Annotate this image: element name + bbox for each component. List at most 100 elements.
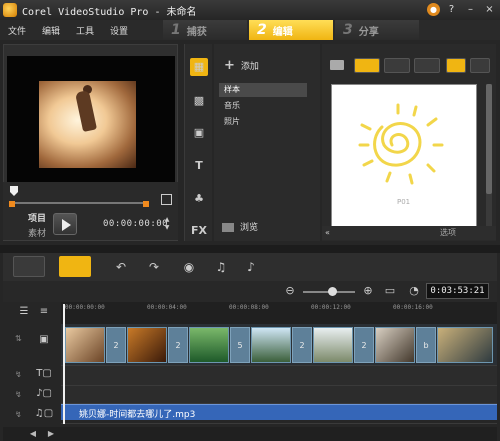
list-view-button[interactable]: [446, 58, 466, 73]
show-audio-button[interactable]: [414, 58, 440, 73]
thumbnail-caption: P01: [397, 198, 411, 206]
transition-marker[interactable]: 2: [106, 327, 126, 363]
video-clip[interactable]: [313, 327, 353, 363]
window-controls: ● ? – ×: [427, 2, 497, 17]
scroll-right-icon[interactable]: ▶: [43, 429, 59, 439]
tab-edit[interactable]: 2 编辑: [249, 20, 333, 40]
menu-settings[interactable]: 设置: [110, 24, 128, 37]
transition-marker[interactable]: 2: [168, 327, 188, 363]
graphic-icon[interactable]: ♣: [190, 190, 208, 208]
title-visibility-icon[interactable]: ↯: [15, 390, 25, 400]
close-button[interactable]: ×: [482, 2, 497, 17]
audio-clip[interactable]: 姚贝娜-时间都去哪儿了.mp3: [61, 404, 497, 420]
ruler-tick: 00:00:00:00: [65, 304, 105, 311]
scroll-left-icon[interactable]: ◀: [25, 429, 41, 439]
timeline-playhead[interactable]: [63, 304, 65, 424]
zoom-in-icon[interactable]: ⊕: [361, 284, 375, 298]
title-track[interactable]: [61, 386, 497, 404]
overlay-track[interactable]: [61, 366, 497, 386]
filter-icon[interactable]: ▣: [190, 124, 208, 142]
auto-music-icon[interactable]: ♪: [243, 259, 259, 275]
menu-edit[interactable]: 编辑: [42, 24, 60, 37]
folder-photo[interactable]: 照片: [219, 115, 307, 129]
media-thumbnail[interactable]: [331, 84, 477, 234]
mark-in-handle[interactable]: [9, 201, 15, 207]
undo-icon[interactable]: ↶: [113, 259, 129, 275]
transition-icon[interactable]: ▩: [190, 92, 208, 110]
step-label: 分享: [358, 26, 379, 38]
timecode-display[interactable]: 00:00:00:00: [103, 219, 168, 229]
track-manager-icon[interactable]: ☰: [13, 304, 35, 320]
add-folder-button[interactable]: 添加: [224, 58, 259, 73]
folder-icon[interactable]: [330, 60, 344, 70]
overlay-visibility-icon[interactable]: ↯: [15, 370, 25, 380]
timecode-spinner[interactable]: ▲ ▼: [163, 216, 171, 232]
transition-marker[interactable]: 2: [354, 327, 374, 363]
video-clip[interactable]: [437, 327, 493, 363]
transition-marker[interactable]: b: [416, 327, 436, 363]
fit-project-icon[interactable]: ▭: [383, 284, 397, 298]
redo-icon[interactable]: ↷: [146, 259, 162, 275]
video-clip[interactable]: [375, 327, 415, 363]
preview-frame-image: [39, 81, 136, 168]
show-photo-button[interactable]: [384, 58, 410, 73]
sun-drawing-icon: [358, 103, 444, 185]
storyboard-view-button[interactable]: [13, 256, 45, 277]
media-icon[interactable]: ▦: [190, 58, 208, 76]
workflow-steps: 1 捕获 2 编辑 3 分享: [163, 20, 421, 40]
timeline-ruler[interactable]: 00:00:00:00 00:00:04:00 00:00:08:00 00:0…: [61, 302, 497, 324]
play-button[interactable]: [53, 213, 77, 235]
browse-icon: [222, 223, 234, 232]
scrubber-track[interactable]: [12, 202, 149, 204]
video-clip[interactable]: [65, 327, 105, 363]
browse-button[interactable]: 浏览: [222, 220, 258, 233]
transition-marker[interactable]: 5: [230, 327, 250, 363]
audio-mixer-icon[interactable]: ♫: [213, 259, 229, 275]
app-logo-icon: [3, 3, 17, 17]
timeline-view-button[interactable]: [59, 256, 91, 277]
video-clip[interactable]: [127, 327, 167, 363]
zoom-out-icon[interactable]: ⊖: [283, 284, 297, 298]
voice-track-icon[interactable]: ♪▢: [33, 386, 55, 402]
minimize-button[interactable]: –: [463, 2, 478, 17]
step-number: 1: [171, 22, 181, 38]
project-duration-icon: ◔: [409, 284, 419, 297]
music-visibility-icon[interactable]: ↯: [15, 410, 25, 420]
menu-tools[interactable]: 工具: [76, 24, 94, 37]
record-capture-icon[interactable]: ◉: [181, 259, 197, 275]
show-video-button[interactable]: [354, 58, 380, 73]
music-track-icon[interactable]: ♫▢: [33, 406, 55, 422]
timeline-divider[interactable]: [0, 245, 500, 253]
title-icon[interactable]: T: [190, 157, 208, 175]
chapter-icon[interactable]: ≡: [33, 304, 55, 320]
ruler-tick: 00:00:08:00: [229, 304, 269, 311]
menu-file[interactable]: 文件: [8, 24, 26, 37]
mode-project-label[interactable]: 项目: [28, 211, 46, 224]
options-button[interactable]: 选项: [440, 227, 456, 238]
zoom-knob[interactable]: [328, 287, 337, 296]
overlay-track-icon[interactable]: T▢: [33, 366, 55, 382]
mode-clip-label[interactable]: 素材: [28, 226, 46, 239]
video-clip[interactable]: [189, 327, 229, 363]
window-title: Corel VideoStudio Pro - 未命名: [22, 6, 197, 18]
step-number: 3: [343, 22, 353, 38]
video-track-icon[interactable]: ▣: [33, 332, 55, 348]
video-clip[interactable]: [251, 327, 291, 363]
scrubber-handle[interactable]: [10, 186, 18, 196]
thumbnail-view-button[interactable]: [470, 58, 490, 73]
library-scrollbar[interactable]: [486, 84, 492, 228]
transition-marker[interactable]: 2: [292, 327, 312, 363]
mark-out-handle[interactable]: [143, 201, 149, 207]
folder-sample[interactable]: 样本: [219, 83, 307, 97]
enlarge-icon[interactable]: [161, 194, 172, 205]
tab-share[interactable]: 3 分享: [335, 20, 419, 40]
zoom-slider[interactable]: [303, 287, 355, 296]
ripple-edit-icon[interactable]: ⇅: [15, 334, 25, 344]
fx-icon[interactable]: FX: [190, 222, 208, 240]
tab-capture[interactable]: 1 捕获: [163, 20, 247, 40]
folder-music[interactable]: 音乐: [219, 99, 307, 113]
status-dot-icon[interactable]: ●: [427, 3, 440, 16]
collapse-library-button[interactable]: «: [325, 228, 330, 237]
scrollbar-thumb[interactable]: [486, 84, 492, 194]
help-button[interactable]: ?: [444, 2, 459, 17]
